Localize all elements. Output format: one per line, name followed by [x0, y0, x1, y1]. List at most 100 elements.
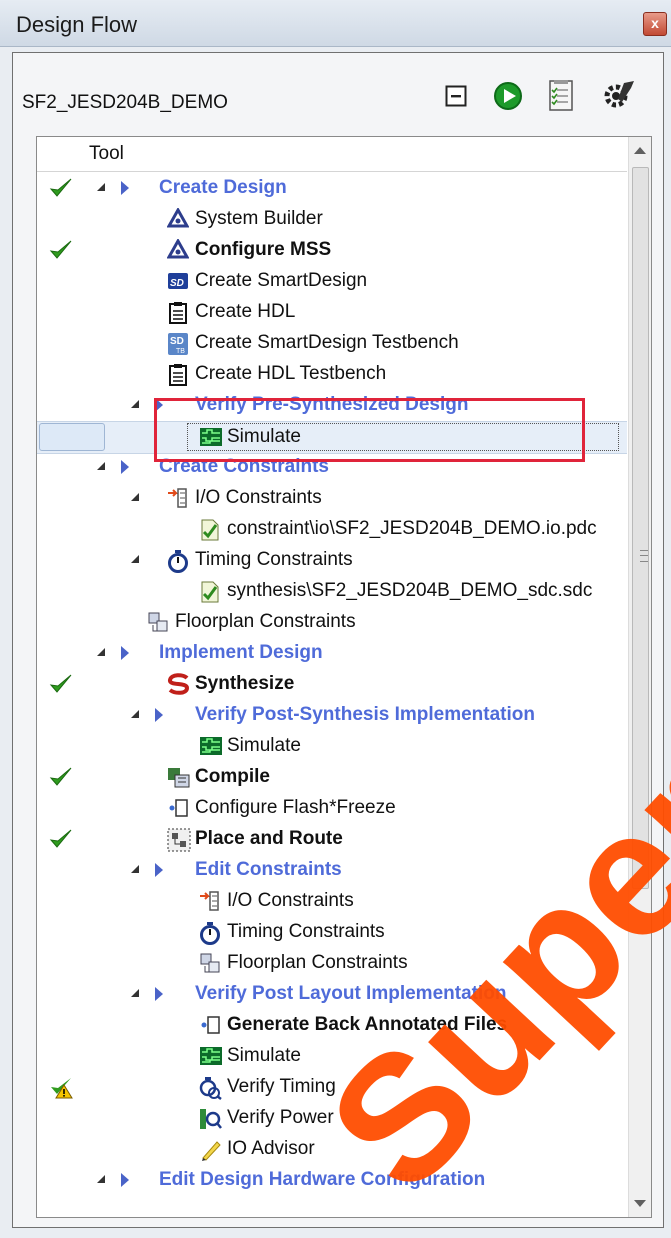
- settings-button[interactable]: [600, 78, 640, 114]
- verify-timing-icon: [199, 1076, 222, 1100]
- category-arrow-icon: [121, 181, 129, 195]
- expander-icon[interactable]: [97, 183, 105, 191]
- tree-row-label: Implement Design: [159, 642, 323, 663]
- tree-row[interactable]: Verify Power: [37, 1103, 627, 1134]
- tree-row[interactable]: Create Design: [37, 173, 627, 204]
- tree-row-label: Verify Post-Synthesis Implementation: [195, 704, 535, 725]
- tree-row-label: Create SmartDesign Testbench: [195, 332, 459, 353]
- tree-row-label: Timing Constraints: [195, 549, 353, 570]
- expander-icon[interactable]: [131, 400, 139, 408]
- tree-row-label: Compile: [195, 766, 270, 787]
- compile-icon: [167, 766, 190, 788]
- tree-row[interactable]: Timing Constraints: [37, 545, 627, 576]
- tree-row[interactable]: Implement Design: [37, 638, 627, 669]
- tree-row[interactable]: SD Create SmartDesign: [37, 266, 627, 297]
- tree-row-label: I/O Constraints: [195, 487, 322, 508]
- check-icon: [49, 672, 73, 696]
- place-route-icon: [167, 828, 191, 852]
- window-title: Design Flow: [16, 12, 138, 37]
- check-icon: [49, 176, 73, 200]
- tree-row-label: Create HDL Testbench: [195, 363, 387, 384]
- collapse-all-button[interactable]: [441, 78, 471, 114]
- check-icon: [49, 765, 73, 789]
- simulate-icon: [199, 1045, 222, 1067]
- flash-freeze-icon: [199, 1014, 221, 1036]
- tree-row[interactable]: Simulate: [37, 1041, 627, 1072]
- tree-row[interactable]: Place and Route: [37, 824, 627, 855]
- floorplan-icon: [199, 952, 221, 974]
- tree-row[interactable]: constraint\io\SF2_JESD204B_DEMO.io.pdc: [37, 514, 627, 545]
- check-icon: [49, 238, 73, 262]
- scroll-up-arrow-icon[interactable]: [634, 147, 646, 154]
- tree-row[interactable]: Edit Constraints: [37, 855, 627, 886]
- expander-icon[interactable]: [131, 989, 139, 997]
- verify-power-icon: [199, 1107, 222, 1129]
- tree-row[interactable]: Configure MSS: [37, 235, 627, 266]
- design-flow-window: Design Flow x SF2_JESD204B_DEMO Tool Cre…: [0, 0, 671, 1238]
- category-arrow-icon: [155, 987, 163, 1001]
- tree-row-label: Verify Post Layout Implementation: [195, 983, 507, 1004]
- warning-check-icon: [49, 1075, 73, 1099]
- tree-row[interactable]: SD TB Create SmartDesign Testbench: [37, 328, 627, 359]
- tree-row[interactable]: IO Advisor: [37, 1134, 627, 1165]
- tree-row[interactable]: Verify Post Layout Implementation: [37, 979, 627, 1010]
- category-arrow-icon: [121, 646, 129, 660]
- tree-row[interactable]: I/O Constraints: [37, 483, 627, 514]
- report-button[interactable]: [544, 78, 580, 114]
- vertical-scrollbar[interactable]: [628, 137, 651, 1217]
- tree-row-label: Edit Design Hardware Configuration: [159, 1169, 486, 1190]
- tree-row[interactable]: Edit Design Hardware Configuration: [37, 1165, 627, 1196]
- tree-row[interactable]: Verify Post-Synthesis Implementation: [37, 700, 627, 731]
- tree-row[interactable]: Configure Flash*Freeze: [37, 793, 627, 824]
- tree-row-label: Synthesize: [195, 673, 295, 694]
- expander-icon[interactable]: [131, 710, 139, 718]
- tree-row-label: Floorplan Constraints: [227, 952, 408, 973]
- tree-row-label: Create HDL: [195, 301, 296, 322]
- tree-row[interactable]: Floorplan Constraints: [37, 607, 627, 638]
- expander-icon[interactable]: [97, 1175, 105, 1183]
- collapse-all-icon: [445, 85, 467, 107]
- svg-text:SD: SD: [170, 336, 184, 347]
- run-icon: [494, 82, 522, 110]
- flash-freeze-icon: [167, 797, 189, 819]
- tree-row[interactable]: synthesis\SF2_JESD204B_DEMO_sdc.sdc: [37, 576, 627, 607]
- expander-icon[interactable]: [131, 493, 139, 501]
- hdl-document-icon: [167, 363, 189, 386]
- tree-row[interactable]: Floorplan Constraints: [37, 948, 627, 979]
- column-header-tool[interactable]: Tool: [37, 137, 627, 172]
- tree-row[interactable]: Compile: [37, 762, 627, 793]
- tree-row-label: Simulate: [227, 1045, 301, 1066]
- svg-text:SD: SD: [170, 278, 184, 289]
- expander-icon[interactable]: [131, 865, 139, 873]
- io-constraints-icon: [167, 487, 189, 509]
- tree-row[interactable]: Timing Constraints: [37, 917, 627, 948]
- tree-row[interactable]: Create HDL: [37, 297, 627, 328]
- tree-row[interactable]: Generate Back Annotated Files: [37, 1010, 627, 1041]
- category-arrow-icon: [121, 460, 129, 474]
- tree-row-label: Simulate: [227, 735, 301, 756]
- tree-row[interactable]: Verify Timing: [37, 1072, 627, 1103]
- expander-icon[interactable]: [131, 555, 139, 563]
- close-button[interactable]: x: [643, 12, 667, 36]
- tree-row[interactable]: Synthesize: [37, 669, 627, 700]
- status-cell: [39, 423, 105, 451]
- tree-row-label: Verify Timing: [227, 1076, 336, 1097]
- tree-row[interactable]: I/O Constraints: [37, 886, 627, 917]
- scroll-down-arrow-icon[interactable]: [634, 1200, 646, 1207]
- tree-row-label: Create SmartDesign: [195, 270, 368, 291]
- column-header-label: Tool: [89, 143, 124, 164]
- constraint-file-icon: [199, 518, 221, 541]
- tree-row-label: Place and Route: [195, 828, 343, 849]
- expander-icon[interactable]: [97, 462, 105, 470]
- run-button[interactable]: [490, 78, 526, 114]
- tree-row[interactable]: System Builder: [37, 204, 627, 235]
- scroll-thumb[interactable]: [632, 167, 649, 889]
- tree-row[interactable]: Create HDL Testbench: [37, 359, 627, 390]
- constraint-file-icon: [199, 580, 221, 603]
- synthesize-icon: [167, 673, 190, 695]
- smartdesign-icon: SD: [167, 270, 189, 292]
- grip-icon: [640, 550, 648, 562]
- tree-row[interactable]: Simulate: [37, 731, 627, 762]
- timer-icon: [199, 921, 221, 945]
- expander-icon[interactable]: [97, 648, 105, 656]
